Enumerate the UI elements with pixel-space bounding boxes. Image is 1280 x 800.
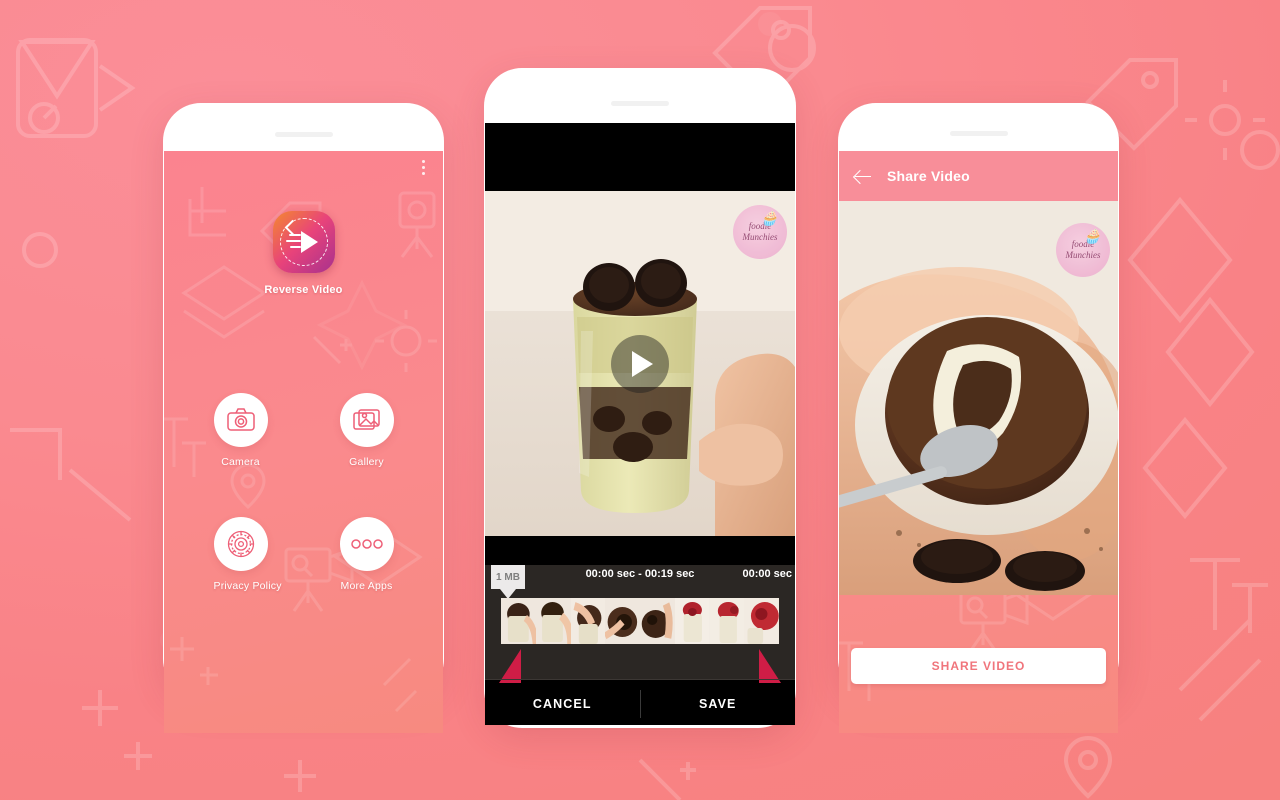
home-tile-grid: Camera Gallery Privacy Policy More Apps [164, 393, 443, 641]
tile-row-2: Privacy Policy More Apps [164, 517, 443, 592]
save-button[interactable]: SAVE [641, 683, 796, 725]
filmstrip-frame [744, 598, 779, 644]
watermark-line2: Munchies [742, 232, 778, 242]
phone-device-editor: 🧁 foodie Munchies 1 MB 00:00 sec - 00:19… [484, 68, 796, 728]
more-dots-icon [339, 517, 394, 571]
trim-handle-right[interactable] [759, 649, 781, 683]
play-icon [631, 350, 653, 377]
privacy-shield-icon [213, 517, 268, 571]
share-button-wrap: SHARE VIDEO [839, 648, 1118, 684]
video-timeline[interactable]: 1 MB 00:00 sec - 00:19 sec 00:00 sec [485, 565, 795, 683]
tile-label: Camera [221, 456, 260, 468]
phone-speaker [274, 132, 333, 137]
cupcake-icon: 🧁 [1083, 230, 1101, 245]
overflow-dot [422, 172, 425, 175]
tile-camera[interactable]: Camera [213, 393, 268, 468]
filmstrip-frame [640, 598, 675, 644]
play-button[interactable] [611, 334, 669, 393]
filmstrip-frame [674, 598, 710, 644]
screenshot-stage: Reverse Video Camera Gallery Privacy Pol… [0, 0, 1280, 800]
video-preview[interactable]: 🧁 foodie Munchies [485, 191, 795, 536]
tile-privacy-policy[interactable]: Privacy Policy [213, 517, 282, 592]
timeline-labels: 1 MB 00:00 sec - 00:19 sec 00:00 sec [485, 565, 795, 589]
camera-icon [213, 393, 268, 447]
reverse-video-app-icon [272, 211, 335, 273]
tile-more-apps[interactable]: More Apps [339, 517, 394, 592]
share-screen: 🧁 foodie Munchies Share Video SHARE VIDE… [839, 151, 1118, 733]
home-screen: Reverse Video Camera Gallery Privacy Pol… [164, 151, 443, 733]
app-hero: Reverse Video [164, 211, 443, 296]
filmstrip-frame [709, 598, 745, 644]
phone-speaker [949, 131, 1008, 136]
back-arrow-icon[interactable] [855, 168, 872, 185]
watermark-line2: Munchies [1065, 250, 1101, 260]
cancel-button[interactable]: CANCEL [485, 683, 640, 725]
share-header: Share Video [839, 151, 1118, 201]
gallery-icon [339, 393, 394, 447]
overflow-dot [422, 166, 425, 169]
filmstrip-frame [603, 598, 640, 644]
overflow-menu-icon[interactable] [422, 160, 425, 175]
shared-video-preview[interactable] [839, 151, 1118, 595]
app-title: Reverse Video [264, 284, 343, 296]
cupcake-icon: 🧁 [760, 212, 778, 227]
page-title: Share Video [887, 168, 970, 184]
phone-device-share: 🧁 foodie Munchies Share Video SHARE VIDE… [838, 103, 1119, 733]
filmstrip[interactable] [501, 598, 779, 644]
watermark-logo: 🧁 foodie Munchies [733, 205, 787, 259]
tile-label: More Apps [340, 580, 393, 592]
share-video-button[interactable]: SHARE VIDEO [851, 648, 1106, 684]
letterbox-bottom [485, 536, 795, 565]
tile-label: Privacy Policy [213, 580, 282, 592]
phone-device-home: Reverse Video Camera Gallery Privacy Pol… [163, 103, 444, 733]
timeline-current-label: 00:00 sec [742, 568, 792, 580]
editor-screen: 🧁 foodie Munchies 1 MB 00:00 sec - 00:19… [485, 123, 795, 725]
tile-row-1: Camera Gallery [164, 393, 443, 468]
timeline-divider [485, 679, 795, 680]
filmstrip-frame [501, 598, 539, 644]
phone-speaker [611, 101, 669, 106]
overflow-dot [422, 160, 425, 163]
tile-label: Gallery [349, 456, 384, 468]
filmstrip-frame [570, 598, 606, 644]
editor-action-bar: CANCEL SAVE [485, 683, 795, 725]
icon-play-triangle [300, 231, 318, 253]
tile-gallery[interactable]: Gallery [339, 393, 394, 468]
letterbox-top [485, 123, 795, 191]
filmstrip-frame [535, 598, 574, 644]
trim-handle-left[interactable] [499, 649, 521, 683]
watermark-logo: 🧁 foodie Munchies [1056, 223, 1110, 277]
